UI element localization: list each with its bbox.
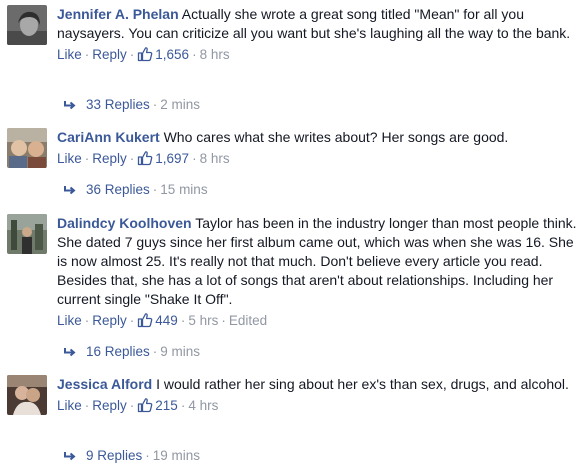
replies-time: 2 mins: [160, 97, 201, 112]
reply-link[interactable]: Reply: [92, 313, 127, 328]
comment-text-block: CariAnn Kukert Who cares what she writes…: [57, 128, 579, 147]
thumbs-up-icon: [138, 398, 153, 413]
like-link[interactable]: Like: [57, 313, 82, 328]
reply-arrow-icon: [64, 348, 76, 357]
comment-time[interactable]: 8 hrs: [200, 47, 230, 62]
like-link[interactable]: Like: [57, 47, 82, 62]
comment-actions: Like · Reply · 1,697 · 8 hrs: [57, 151, 230, 166]
comment-text-block: Jennifer A. Phelan Actually she wrote a …: [57, 5, 579, 43]
comment-author[interactable]: CariAnn Kukert: [57, 129, 160, 145]
like-count-value: 215: [155, 398, 178, 413]
thumbs-up-icon: [138, 47, 153, 62]
comment-time[interactable]: 5 hrs: [188, 313, 218, 328]
like-count-value: 1,656: [155, 47, 190, 62]
replies-row[interactable]: 9 Replies · 19 mins: [64, 446, 200, 465]
comment-author[interactable]: Jennifer A. Phelan: [57, 6, 179, 22]
replies-time: 15 mins: [160, 182, 208, 197]
view-replies-link[interactable]: 33 Replies: [86, 97, 150, 112]
comment-time[interactable]: 4 hrs: [188, 398, 218, 413]
like-link[interactable]: Like: [57, 151, 82, 166]
comment-text-block: Jessica Alford I would rather her sing a…: [57, 375, 579, 394]
avatar[interactable]: [7, 214, 47, 254]
reply-link[interactable]: Reply: [92, 398, 127, 413]
avatar[interactable]: [7, 128, 47, 168]
comment-actions: Like · Reply · 1,656 · 8 hrs: [57, 47, 230, 62]
view-replies-link[interactable]: 9 Replies: [86, 448, 142, 463]
like-count[interactable]: 1,656: [137, 47, 189, 62]
view-replies-link[interactable]: 36 Replies: [86, 182, 150, 197]
replies-row[interactable]: 36 Replies · 15 mins: [64, 180, 208, 199]
reply-arrow-icon: [64, 452, 76, 461]
comment-time[interactable]: 8 hrs: [200, 151, 230, 166]
avatar[interactable]: [7, 5, 47, 45]
like-count-value: 449: [155, 313, 178, 328]
thumbs-up-icon: [138, 313, 153, 328]
edited-label[interactable]: Edited: [229, 313, 267, 328]
avatar[interactable]: [7, 375, 47, 415]
thumbs-up-icon: [138, 151, 153, 166]
like-count[interactable]: 215: [137, 398, 178, 413]
reply-arrow-icon: [64, 186, 76, 195]
like-link[interactable]: Like: [57, 398, 82, 413]
like-count[interactable]: 449: [137, 313, 178, 328]
comment-text-block: Dalindcy Koolhoven Taylor has been in th…: [57, 214, 579, 309]
reply-link[interactable]: Reply: [92, 151, 127, 166]
comment-actions: Like · Reply · 449 · 5 hrs · Edited: [57, 313, 268, 328]
comment-feed: Jennifer A. Phelan Actually she wrote a …: [0, 0, 587, 471]
comment-text: Who cares what she writes about? Her son…: [163, 129, 509, 145]
like-count[interactable]: 1,697: [137, 151, 189, 166]
replies-row[interactable]: 33 Replies · 2 mins: [64, 95, 200, 114]
replies-time: 19 mins: [152, 448, 201, 463]
avatar-photo: [7, 375, 47, 415]
reply-arrow-icon: [64, 101, 76, 110]
view-replies-link[interactable]: 16 Replies: [86, 344, 150, 359]
replies-row[interactable]: 16 Replies · 9 mins: [64, 342, 200, 361]
replies-time: 9 mins: [160, 344, 201, 359]
comment-author[interactable]: Dalindcy Koolhoven: [57, 215, 192, 231]
comment-author[interactable]: Jessica Alford: [57, 376, 152, 392]
like-count-value: 1,697: [155, 151, 190, 166]
comment-text: I would rather her sing about her ex's t…: [156, 376, 569, 392]
reply-link[interactable]: Reply: [92, 47, 127, 62]
avatar-photo: [7, 128, 47, 168]
comment-actions: Like · Reply · 215 · 4 hrs: [57, 398, 219, 413]
avatar-photo: [7, 214, 47, 254]
avatar-photo: [7, 5, 47, 45]
